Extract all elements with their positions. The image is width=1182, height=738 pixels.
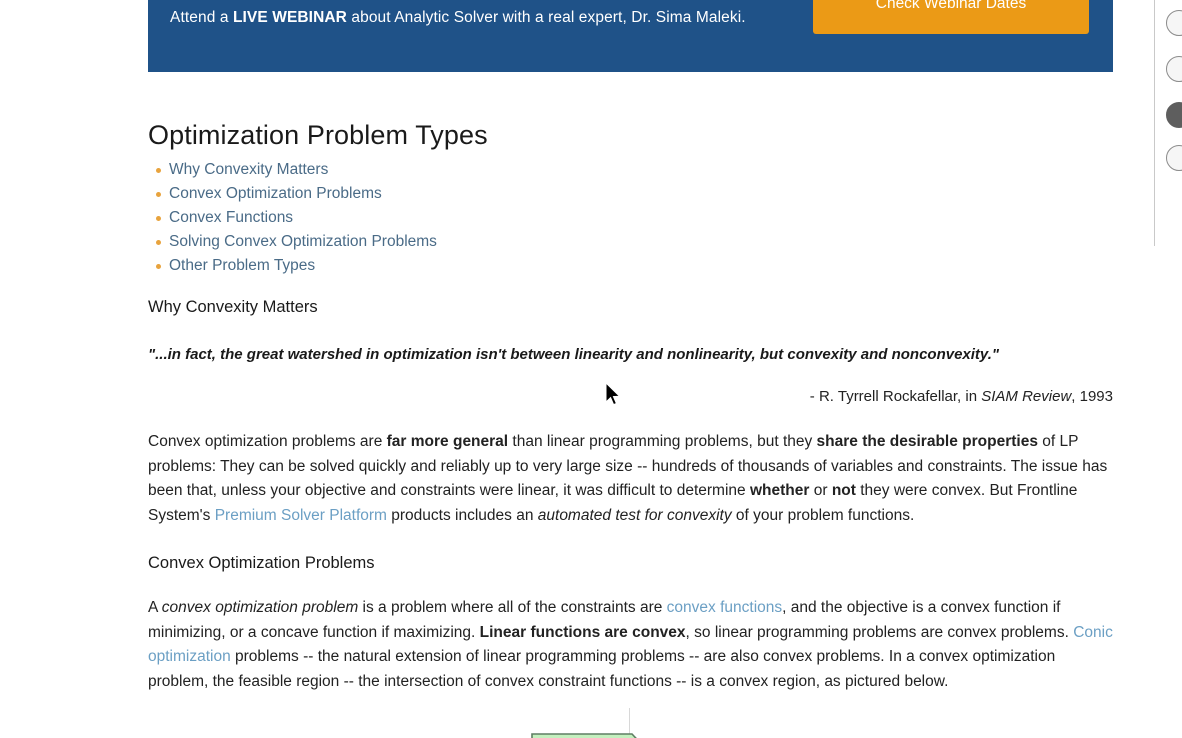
attribution-publication: SIAM Review: [981, 388, 1072, 405]
page-title: Optimization Problem Types: [148, 120, 488, 150]
figure-shapes: [531, 733, 637, 738]
paragraph-convexity-matters: Convex optimization problems are far mor…: [148, 430, 1113, 528]
text-run: or: [809, 482, 832, 499]
webinar-banner: Attend a LIVE WEBINAR about Analytic Sol…: [148, 0, 1113, 72]
toc-link-convex-functions[interactable]: Convex Functions: [169, 209, 293, 226]
list-item: Why Convexity Matters: [156, 158, 1113, 182]
list-item: Other Problem Types: [156, 254, 1113, 278]
section-heading-why-convexity-matters: Why Convexity Matters: [148, 298, 318, 316]
text-bold-linear-functions-are-convex: Linear functions are convex: [479, 623, 686, 641]
share-icon-1[interactable]: [1166, 10, 1182, 36]
banner-text-highlight: LIVE WEBINAR: [232, 9, 347, 26]
text-bold-far-more-general: far more general: [386, 433, 509, 450]
banner-text-after: about Analytic Solver with a real expert…: [346, 9, 746, 26]
content-column: Attend a LIVE WEBINAR about Analytic Sol…: [148, 0, 1113, 738]
text-italic-automated-test: automated test for convexity: [537, 506, 732, 524]
text-run: , so linear programming problems are con…: [685, 623, 1074, 641]
toc-link-solving-convex-optimization-problems[interactable]: Solving Convex Optimization Problems: [169, 233, 437, 250]
attribution-suffix: , 1993: [1071, 388, 1113, 405]
table-of-contents: Why Convexity Matters Convex Optimizatio…: [148, 158, 1113, 278]
toc-link-other-problem-types[interactable]: Other Problem Types: [169, 257, 315, 274]
toc-link-convex-optimization-problems[interactable]: Convex Optimization Problems: [169, 185, 382, 202]
link-premium-solver-platform[interactable]: Premium Solver Platform: [215, 507, 387, 524]
banner-text-before: Attend a: [170, 9, 233, 26]
text-run: than linear programming problems, but th…: [508, 433, 817, 450]
share-icon-2[interactable]: [1166, 56, 1182, 82]
paragraph-convex-optimization-problems: A convex optimization problem is a probl…: [148, 596, 1113, 694]
list-item: Convex Optimization Problems: [156, 182, 1113, 206]
text-italic-convex-optimization-problem: convex optimization problem: [161, 599, 359, 616]
text-run: problems -- the natural extension of lin…: [148, 648, 1056, 690]
section-heading-convex-optimization-problems: Convex Optimization Problems: [148, 554, 375, 572]
text-run: Convex optimization problems are: [148, 433, 387, 450]
page-container: Attend a LIVE WEBINAR about Analytic Sol…: [0, 0, 1146, 738]
text-bold-whether: whether: [749, 482, 810, 499]
share-icon-3[interactable]: [1166, 102, 1182, 128]
text-bold-not: not: [831, 482, 856, 499]
scrollbar-track[interactable]: [1154, 0, 1155, 246]
list-item: Convex Functions: [156, 206, 1113, 230]
link-convex-functions[interactable]: convex functions: [667, 599, 782, 616]
check-webinar-dates-button[interactable]: Check Webinar Dates: [813, 0, 1089, 34]
text-run: of your problem functions.: [731, 506, 915, 524]
quote-attribution: - R. Tyrrell Rockafellar, in SIAM Review…: [148, 386, 1113, 408]
text-bold-share-desirable-properties: share the desirable properties: [816, 433, 1038, 450]
text-run: A: [148, 599, 162, 616]
text-run: is a problem where all of the constraint…: [358, 599, 667, 616]
convex-region-figure: [148, 708, 1113, 738]
convex-polygon-icon: [531, 733, 637, 738]
share-icon-4[interactable]: [1166, 145, 1182, 171]
webinar-banner-text: Attend a LIVE WEBINAR about Analytic Sol…: [170, 8, 746, 28]
article: Optimization Problem Types Why Convexity…: [148, 72, 1113, 738]
attribution-prefix: - R. Tyrrell Rockafellar, in: [809, 388, 982, 405]
list-item: Solving Convex Optimization Problems: [156, 230, 1113, 254]
pull-quote: "...in fact, the great watershed in opti…: [148, 346, 999, 363]
toc-link-why-convexity-matters[interactable]: Why Convexity Matters: [169, 161, 328, 178]
text-run: products includes an: [386, 506, 538, 524]
social-share-rail: [1146, 0, 1182, 738]
